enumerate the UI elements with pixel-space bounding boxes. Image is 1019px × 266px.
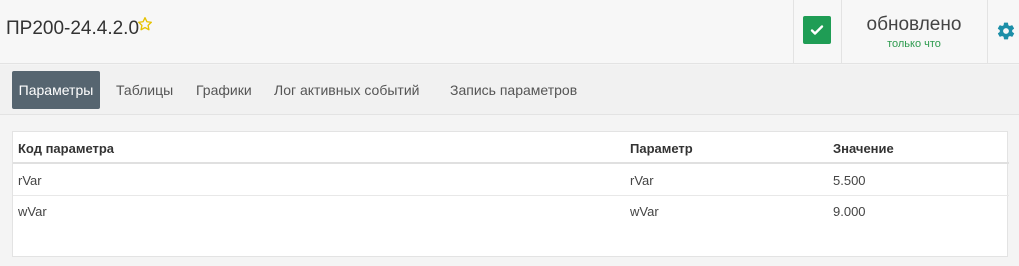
cell-parameter: rVar [630,173,654,188]
column-header-value[interactable]: Значение [833,141,894,156]
status-time: только что [887,38,941,50]
cell-value[interactable]: 9.000 [833,204,866,219]
cell-value[interactable]: 5.500 [833,173,866,188]
status-text: обновлено [866,14,962,35]
header-divider-line [13,162,1009,164]
tab-tables[interactable]: Таблицы [110,71,179,109]
tab-bar: Параметры Таблицы Графики Лог активных с… [0,65,1019,115]
favorite-star-icon[interactable] [137,16,153,32]
device-title: ПР200-24.4.2.0 [6,18,140,39]
row-divider-line [13,195,1009,196]
gear-icon[interactable] [996,21,1016,41]
tab-charts[interactable]: Графики [190,71,258,109]
cell-code: rVar [18,173,42,188]
tab-parameter-recording[interactable]: Запись параметров [444,71,583,109]
top-bar: ПР200-24.4.2.0 обновлено только что [0,0,1019,64]
tab-active-events-log[interactable]: Лог активных событий [268,71,425,109]
header-divider [793,0,794,64]
parameters-table: Код параметра Параметр Значение rVar rVa… [12,131,1009,257]
tab-parameters[interactable]: Параметры [12,71,100,109]
status-ok-icon [803,16,831,44]
column-header-code[interactable]: Код параметра [18,141,114,156]
cell-parameter: wVar [630,204,659,219]
cell-code: wVar [18,204,47,219]
header-divider [987,0,988,64]
column-header-parameter[interactable]: Параметр [630,141,693,156]
header-divider [841,0,842,64]
